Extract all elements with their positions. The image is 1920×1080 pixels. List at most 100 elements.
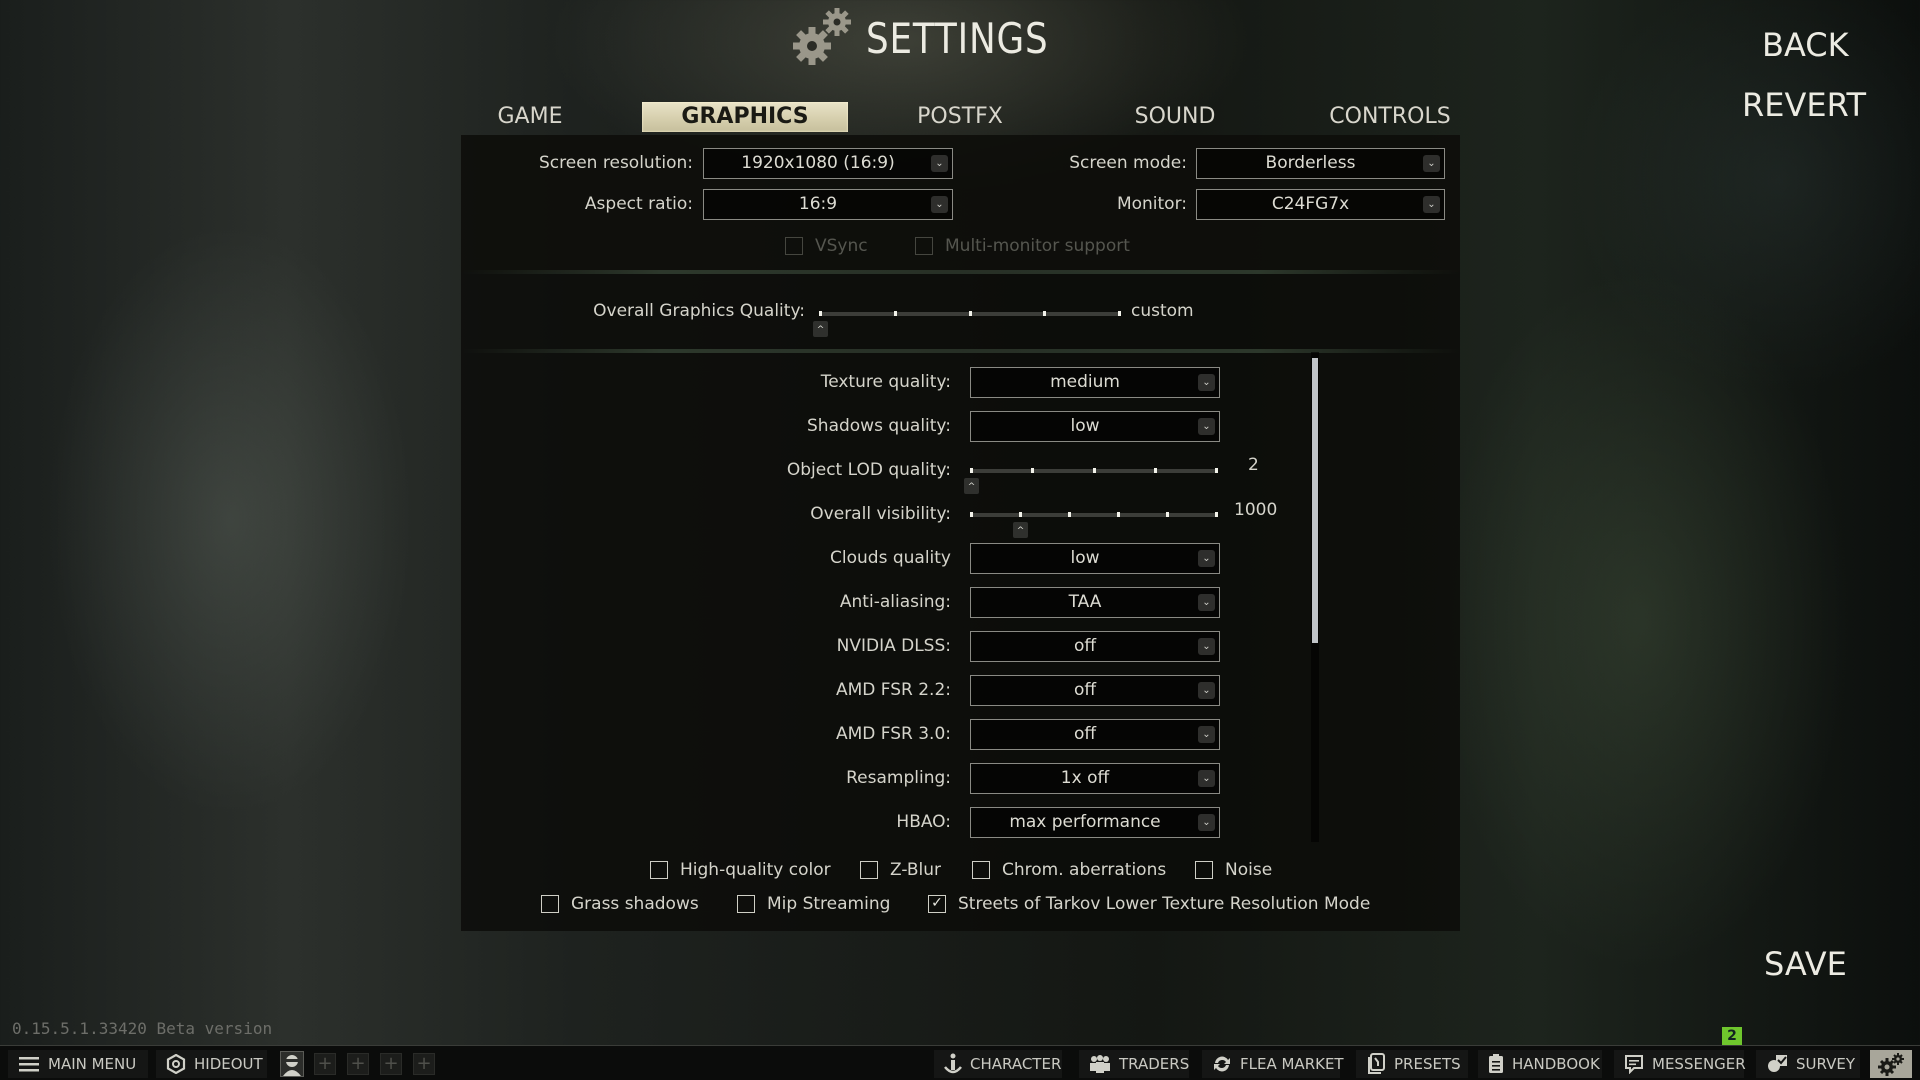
monitor-select[interactable]: C24FG7x ⌄ xyxy=(1196,189,1445,220)
hbao-label: HBAO: xyxy=(896,812,951,832)
nav-label: HANDBOOK xyxy=(1512,1055,1600,1073)
save-button[interactable]: SAVE xyxy=(1764,945,1847,983)
texture-quality-select[interactable]: medium ⌄ xyxy=(970,367,1220,398)
scrollbar-thumb[interactable] xyxy=(1312,358,1318,643)
overall-visibility-slider[interactable]: ^ xyxy=(970,512,1218,538)
slider-tick xyxy=(1092,468,1096,473)
high-quality-color-checkbox[interactable]: High-quality color xyxy=(650,860,831,880)
nav-label: TRADERS xyxy=(1119,1055,1190,1073)
chevron-down-icon: ⌄ xyxy=(1198,682,1215,699)
screen-mode-select[interactable]: Borderless ⌄ xyxy=(1196,148,1445,179)
empty-slot[interactable]: + xyxy=(380,1053,402,1075)
amd-fsr22-select[interactable]: off ⌄ xyxy=(970,675,1220,706)
chevron-down-icon: ⌄ xyxy=(1198,418,1215,435)
page-title: SETTINGS xyxy=(866,14,1049,63)
nav-flea-market[interactable]: FLEA MARKET xyxy=(1202,1050,1344,1078)
nav-main-menu[interactable]: MAIN MENU xyxy=(8,1050,148,1078)
shadows-quality-select[interactable]: low ⌄ xyxy=(970,411,1220,442)
nav-presets[interactable]: PRESETS xyxy=(1356,1050,1468,1078)
texture-quality-label: Texture quality: xyxy=(820,372,951,392)
clouds-quality-select[interactable]: low ⌄ xyxy=(970,543,1220,574)
slider-handle[interactable]: ^ xyxy=(964,478,979,494)
grass-shadows-checkbox[interactable]: Grass shadows xyxy=(541,894,699,914)
amd-fsr22-label: AMD FSR 2.2: xyxy=(835,680,951,700)
revert-button[interactable]: REVERT xyxy=(1742,86,1866,124)
texture-quality-value: medium xyxy=(1050,372,1120,392)
tab-graphics[interactable]: GRAPHICS xyxy=(642,102,848,132)
slider-tick xyxy=(1153,468,1157,473)
survey-icon xyxy=(1766,1053,1788,1075)
tab-sound[interactable]: SOUND xyxy=(1125,102,1225,132)
slider-handle[interactable]: ^ xyxy=(813,321,828,337)
slider-tick xyxy=(1215,468,1218,473)
slider-handle[interactable]: ^ xyxy=(1013,522,1028,538)
resampling-select[interactable]: 1x off ⌄ xyxy=(970,763,1220,794)
anti-aliasing-select[interactable]: TAA ⌄ xyxy=(970,587,1220,618)
vsync-checkbox[interactable]: VSync xyxy=(785,236,868,256)
clouds-quality-value: low xyxy=(1070,548,1100,568)
multi-monitor-checkbox[interactable]: Multi-monitor support xyxy=(915,236,1130,256)
chevron-down-icon: ⌄ xyxy=(931,155,948,172)
nav-traders[interactable]: TRADERS xyxy=(1079,1050,1189,1078)
monitor-value: C24FG7x xyxy=(1271,194,1350,214)
z-blur-label: Z-Blur xyxy=(890,860,942,880)
chevron-down-icon: ⌄ xyxy=(1198,814,1215,831)
hbao-select[interactable]: max performance ⌄ xyxy=(970,807,1220,838)
chrom-aberrations-label: Chrom. aberrations xyxy=(1002,860,1167,880)
amd-fsr30-select[interactable]: off ⌄ xyxy=(970,719,1220,750)
chevron-down-icon: ⌄ xyxy=(1198,726,1215,743)
clouds-quality-label: Clouds quality xyxy=(830,548,951,568)
messenger-badge: 2 xyxy=(1722,1027,1742,1045)
streets-lower-texture-checkbox[interactable]: ✓ Streets of Tarkov Lower Texture Resolu… xyxy=(928,894,1370,914)
checkbox-box: ✓ xyxy=(928,895,946,913)
nav-label: FLEA MARKET xyxy=(1240,1055,1344,1073)
back-button[interactable]: BACK xyxy=(1762,26,1849,64)
tab-postfx[interactable]: POSTFX xyxy=(910,102,1010,132)
chevron-down-icon: ⌄ xyxy=(1198,638,1215,655)
streets-lower-texture-label: Streets of Tarkov Lower Texture Resoluti… xyxy=(958,894,1371,914)
nav-character[interactable]: CHARACTER xyxy=(934,1050,1062,1078)
nav-settings[interactable] xyxy=(1870,1050,1912,1078)
chevron-down-icon: ⌄ xyxy=(1423,155,1440,172)
nav-messenger[interactable]: MESSENGER xyxy=(1614,1050,1746,1078)
flea-market-icon xyxy=(1212,1053,1232,1075)
high-quality-color-label: High-quality color xyxy=(680,860,831,880)
mip-streaming-checkbox[interactable]: Mip Streaming xyxy=(737,894,890,914)
multi-monitor-label: Multi-monitor support xyxy=(945,236,1130,256)
nav-survey[interactable]: SURVEY xyxy=(1756,1050,1860,1078)
mip-streaming-label: Mip Streaming xyxy=(767,894,891,914)
slider-tick xyxy=(1166,512,1169,517)
z-blur-checkbox[interactable]: Z-Blur xyxy=(860,860,941,880)
empty-slot[interactable]: + xyxy=(413,1053,435,1075)
monitor-label: Monitor: xyxy=(1116,194,1187,214)
checkbox-box xyxy=(915,237,933,255)
slider-tick xyxy=(819,311,822,316)
empty-slot[interactable]: + xyxy=(314,1053,336,1075)
presets-icon xyxy=(1366,1053,1386,1075)
version-label: 0.15.5.1.33420 Beta version xyxy=(12,1019,273,1038)
overall-quality-label: Overall Graphics Quality: xyxy=(593,301,805,321)
anti-aliasing-label: Anti-aliasing: xyxy=(839,592,951,612)
screen-resolution-select[interactable]: 1920x1080 (16:9) ⌄ xyxy=(703,148,953,179)
tab-game[interactable]: GAME xyxy=(490,102,570,132)
checkbox-box xyxy=(541,895,559,913)
empty-slot[interactable]: + xyxy=(347,1053,369,1075)
nvidia-dlss-select[interactable]: off ⌄ xyxy=(970,631,1220,662)
vsync-label: VSync xyxy=(815,236,868,256)
nav-hideout[interactable]: HIDEOUT xyxy=(156,1050,267,1078)
noise-checkbox[interactable]: Noise xyxy=(1195,860,1272,880)
shadows-quality-label: Shadows quality: xyxy=(807,416,951,436)
aspect-ratio-select[interactable]: 16:9 ⌄ xyxy=(703,189,953,220)
character-icon xyxy=(944,1053,962,1075)
slider-tick xyxy=(1117,512,1120,517)
nav-label: PRESETS xyxy=(1394,1055,1461,1073)
slider-tick xyxy=(1019,512,1022,517)
section-divider xyxy=(461,270,1460,274)
nav-handbook[interactable]: HANDBOOK xyxy=(1478,1050,1602,1078)
chrom-aberrations-checkbox[interactable]: Chrom. aberrations xyxy=(972,860,1166,880)
tab-controls[interactable]: CONTROLS xyxy=(1325,102,1455,132)
screen-mode-value: Borderless xyxy=(1265,153,1356,173)
object-lod-slider[interactable]: ^ xyxy=(964,468,1218,494)
overall-quality-slider[interactable]: ^ xyxy=(813,311,1121,337)
avatar[interactable] xyxy=(280,1051,304,1077)
